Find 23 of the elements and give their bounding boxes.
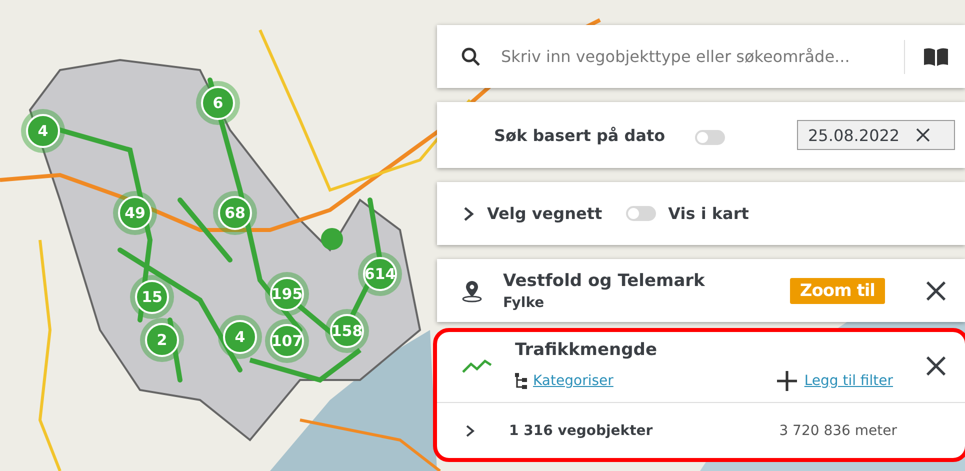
clear-icon[interactable] <box>914 126 932 144</box>
object-count: 1 316 vegobjekter <box>509 422 653 438</box>
trend-line-icon <box>461 358 493 374</box>
location-pin-icon <box>461 278 483 302</box>
chevron-icon[interactable] <box>465 424 475 438</box>
date-filter-label: Søk basert på dato <box>494 126 666 144</box>
search-icon <box>461 46 481 66</box>
toggle-switch[interactable] <box>695 130 726 144</box>
book-icon[interactable] <box>923 46 949 66</box>
show-in-map-label: Vis i kart <box>668 204 749 223</box>
add-filter-link[interactable]: Legg til filter <box>776 370 893 392</box>
object-type-title: Trafikkmengde <box>515 340 658 360</box>
date-field[interactable]: 25.08.2022 <box>797 120 955 150</box>
plus-icon <box>776 370 798 392</box>
total-length: 3 720 836 meter <box>779 422 897 438</box>
road-network-label[interactable]: Velg vegnett <box>487 204 602 223</box>
area-type: Fylke <box>503 294 546 310</box>
zoom-button[interactable]: Zoom til <box>790 278 885 304</box>
hierarchy-icon <box>515 372 527 390</box>
chevron-icon[interactable] <box>463 206 475 222</box>
toggle-switch[interactable] <box>626 206 656 221</box>
area-title: Vestfold og Telemark <box>503 270 706 290</box>
categorize-link[interactable]: Kategoriser <box>515 372 614 390</box>
